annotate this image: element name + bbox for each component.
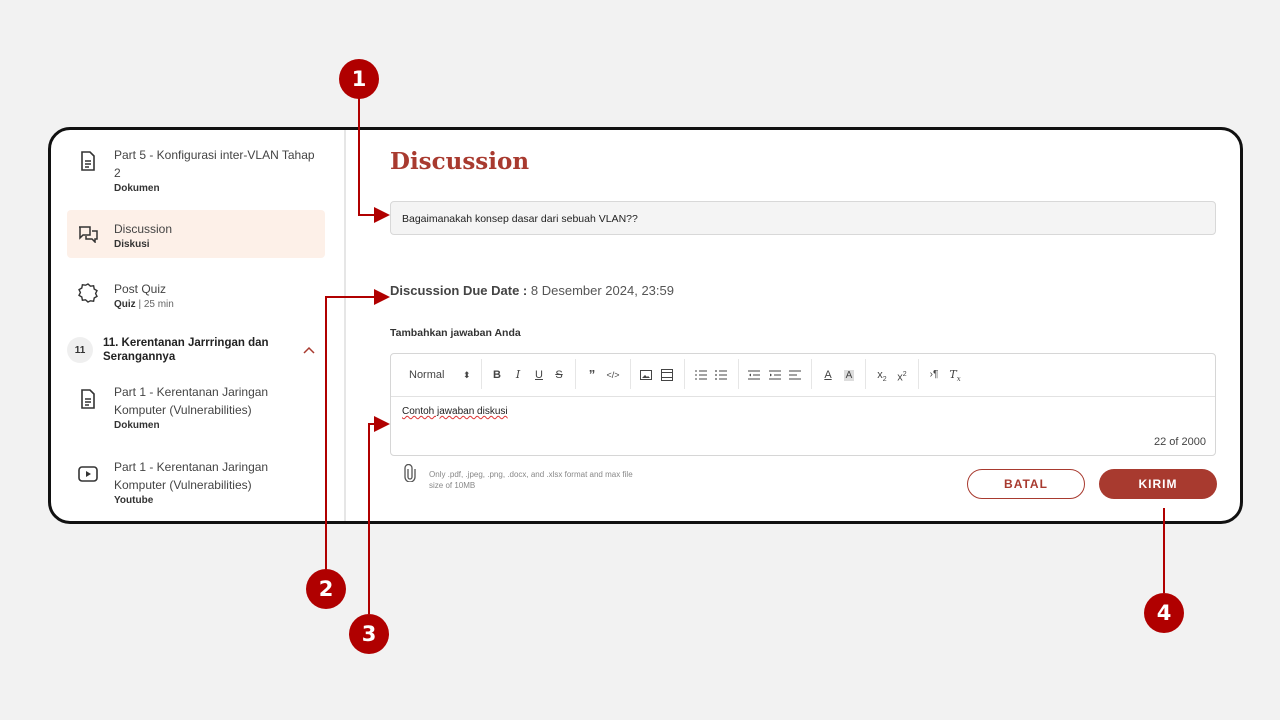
callout-1: 1 (339, 59, 379, 99)
callout-2: 2 (306, 569, 346, 609)
callout-4: 4 (1144, 593, 1184, 633)
annotation-arrows (325, 98, 1165, 614)
arrow-3 (368, 416, 390, 614)
callout-3: 3 (349, 614, 389, 654)
arrow-2 (325, 289, 390, 570)
arrow-1 (358, 98, 390, 223)
